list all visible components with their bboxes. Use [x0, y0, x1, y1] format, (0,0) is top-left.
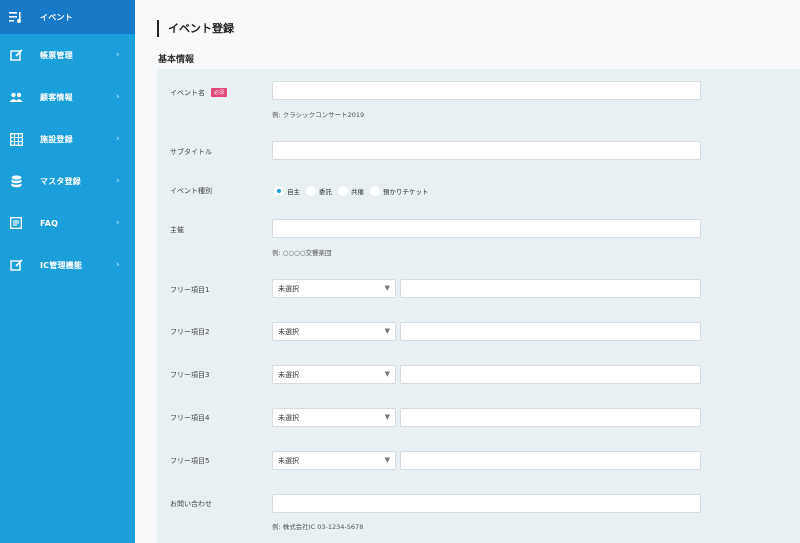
- select-value: 未選択: [278, 285, 299, 293]
- contact-input[interactable]: [272, 494, 701, 513]
- sidebar-item-label: 帳票管理: [40, 50, 73, 60]
- sidebar-item-label: 顧客情報: [40, 92, 73, 102]
- chevron-right-icon: ›: [116, 92, 120, 102]
- sidebar-item-label: IC管理機能: [40, 260, 83, 270]
- select-value: 未選択: [278, 371, 299, 379]
- free-item-2-input[interactable]: [400, 322, 701, 341]
- radio-button-checked[interactable]: [274, 185, 284, 196]
- edit-icon: [9, 258, 23, 272]
- radio-label: 共催: [351, 187, 364, 196]
- event-name-input[interactable]: [272, 81, 701, 100]
- chevron-right-icon: ›: [116, 134, 120, 144]
- event-name-hint: 例: クラシックコンサート2019: [272, 111, 365, 119]
- contact-label: お問い合わせ: [170, 500, 212, 508]
- radio-option-cosponsor[interactable]: 共催: [338, 185, 364, 196]
- radio-option-held-tickets[interactable]: 預かりチケット: [370, 185, 429, 196]
- users-icon: [9, 90, 23, 104]
- page-title: イベント登録: [157, 20, 234, 37]
- section-title: 基本情報: [158, 55, 195, 65]
- form-panel: イベント名 必須 例: クラシックコンサート2019 サブタイトル イベント種別 …: [157, 69, 800, 543]
- event-name-label-text: イベント名: [170, 89, 205, 97]
- main-content: イベント登録 基本情報 イベント名 必須 例: クラシックコンサート2019 サブ…: [135, 0, 800, 543]
- sidebar-item-label: 施設登録: [40, 134, 73, 144]
- select-value: 未選択: [278, 457, 299, 465]
- free-item-4-input[interactable]: [400, 408, 701, 427]
- sidebar-item-label: FAQ: [40, 218, 59, 228]
- select-value: 未選択: [278, 328, 299, 336]
- free-item-4-select[interactable]: 未選択 ▼: [272, 408, 396, 427]
- database-icon: [9, 174, 23, 188]
- radio-label: 委託: [319, 187, 332, 196]
- sidebar-item-event[interactable]: イベント: [0, 0, 135, 34]
- chevron-right-icon: ›: [116, 176, 120, 186]
- sidebar-item-facilities[interactable]: 施設登録 ›: [0, 122, 135, 156]
- event-type-radio-group: 自主 委託 共催 預かりチケット: [274, 185, 435, 196]
- radio-button[interactable]: [370, 185, 380, 196]
- free-item-4-label: フリー項目4: [170, 414, 210, 422]
- free-item-1-input[interactable]: [400, 279, 701, 298]
- select-value: 未選択: [278, 414, 299, 422]
- dropdown-arrow-icon: ▼: [384, 370, 390, 378]
- radio-option-self[interactable]: 自主: [274, 185, 300, 196]
- chevron-right-icon: ›: [116, 260, 120, 270]
- free-item-5-input[interactable]: [400, 451, 701, 470]
- radio-label: 自主: [287, 187, 300, 196]
- organizer-hint: 例: ○○○○交響楽団: [272, 249, 332, 257]
- sidebar-item-ic-management[interactable]: IC管理機能 ›: [0, 248, 135, 282]
- free-item-2-label: フリー項目2: [170, 328, 210, 336]
- required-badge: 必須: [211, 88, 228, 97]
- radio-button[interactable]: [306, 185, 316, 196]
- event-type-label: イベント種別: [170, 187, 212, 195]
- event-list-icon: [9, 10, 23, 24]
- dropdown-arrow-icon: ▼: [384, 456, 390, 464]
- radio-label: 預かりチケット: [383, 187, 429, 196]
- free-item-5-label: フリー項目5: [170, 457, 210, 465]
- radio-option-consignment[interactable]: 委託: [306, 185, 332, 196]
- sidebar-item-forms[interactable]: 帳票管理 ›: [0, 38, 135, 72]
- dropdown-arrow-icon: ▼: [384, 327, 390, 335]
- dropdown-arrow-icon: ▼: [384, 413, 390, 421]
- faq-icon: [9, 216, 23, 230]
- sidebar-item-label: マスタ登録: [40, 176, 81, 186]
- event-name-label: イベント名 必須: [170, 88, 228, 98]
- sidebar-item-faq[interactable]: FAQ ›: [0, 206, 135, 240]
- subtitle-input[interactable]: [272, 141, 701, 160]
- dropdown-arrow-icon: ▼: [384, 284, 390, 292]
- subtitle-label: サブタイトル: [170, 148, 212, 156]
- chevron-right-icon: ›: [116, 218, 120, 228]
- calendar-grid-icon: [9, 132, 23, 146]
- organizer-label: 主催: [170, 226, 184, 234]
- radio-button[interactable]: [338, 185, 348, 196]
- contact-hint: 例: 株式会社IC 03-1234-5678: [272, 523, 364, 531]
- organizer-input[interactable]: [272, 219, 701, 238]
- free-item-3-input[interactable]: [400, 365, 701, 384]
- free-item-5-select[interactable]: 未選択 ▼: [272, 451, 396, 470]
- free-item-3-label: フリー項目3: [170, 371, 210, 379]
- sidebar-item-customers[interactable]: 顧客情報 ›: [0, 80, 135, 114]
- free-item-2-select[interactable]: 未選択 ▼: [272, 322, 396, 341]
- chevron-right-icon: ›: [116, 50, 120, 60]
- free-item-1-label: フリー項目1: [170, 286, 210, 294]
- free-item-3-select[interactable]: 未選択 ▼: [272, 365, 396, 384]
- edit-icon: [9, 48, 23, 62]
- sidebar-item-label: イベント: [40, 12, 73, 22]
- free-item-1-select[interactable]: 未選択 ▼: [272, 279, 396, 298]
- sidebar: イベント 帳票管理 › 顧客情報 › 施設登録 › マスタ登録 › FAQ ›: [0, 0, 135, 543]
- sidebar-item-master[interactable]: マスタ登録 ›: [0, 164, 135, 198]
